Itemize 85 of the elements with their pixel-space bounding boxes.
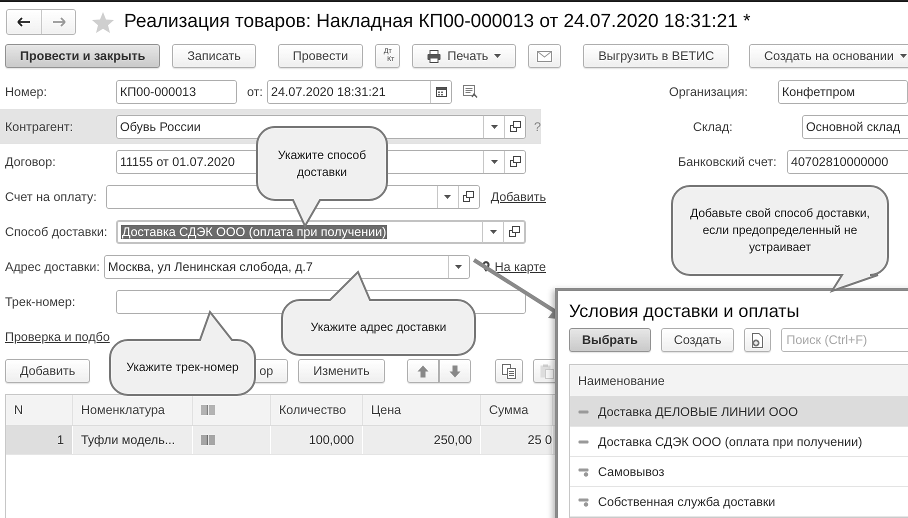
- table-cell: 250,00: [434, 433, 472, 447]
- column-header[interactable]: Цена: [363, 395, 481, 425]
- caret-icon: [490, 124, 498, 128]
- open-window-icon: [508, 226, 520, 237]
- field-label: Контрагент:: [5, 120, 74, 134]
- table-cell: 25 0: [528, 433, 552, 447]
- callout-text: Укажите способ доставки: [276, 146, 368, 180]
- select-button[interactable]: Выбрать: [569, 328, 651, 352]
- table-row[interactable]: 1 Туфли модель... 100,000 250,00 25 0: [6, 426, 556, 455]
- predefined-item-icon: [578, 496, 590, 506]
- predefined-item-icon: [578, 466, 590, 476]
- table-cell: 100,000: [308, 433, 354, 447]
- move-up-button[interactable]: [406, 359, 439, 383]
- printer-icon: [427, 50, 442, 62]
- column-header[interactable]: Количество: [271, 395, 363, 425]
- menu-button[interactable]: Печать: [412, 44, 516, 68]
- column-header[interactable]: Сумма: [481, 395, 553, 425]
- toolbar-button[interactable]: Записать: [172, 44, 256, 68]
- table-cell: 1: [57, 433, 64, 447]
- callout-text: Добавьте свой способ доставки, если предопределенный не устраивает: [689, 205, 871, 256]
- caret-icon: [900, 54, 907, 58]
- copy-button[interactable]: [494, 359, 523, 383]
- field-label: Трек-номер:: [5, 294, 76, 308]
- number-field[interactable]: КП00-000013: [116, 80, 237, 104]
- create-copy-button[interactable]: [744, 328, 772, 352]
- input-field[interactable]: 40702810000000: [787, 150, 908, 174]
- down-arrow-icon: [448, 364, 461, 378]
- input-field[interactable]: Основной склад: [802, 114, 908, 138]
- column-header[interactable]: N: [6, 395, 73, 425]
- field-label: Номер:: [5, 84, 48, 98]
- list-item[interactable]: Собственная служба доставки: [570, 487, 908, 517]
- caret-icon: [444, 194, 452, 198]
- map-pin-icon: [482, 260, 490, 273]
- callout-text: Укажите трек-номер: [126, 359, 239, 376]
- open-window-icon: [510, 121, 520, 132]
- table-toolbar-button[interactable]: Изменить: [298, 359, 385, 383]
- caret-icon: [455, 264, 462, 268]
- field-label: Договор:: [5, 154, 57, 168]
- search-field[interactable]: Поиск (Ctrl+F): [781, 328, 908, 352]
- star-icon[interactable]: [91, 10, 115, 34]
- date-field[interactable]: 24.07.2020 18:31:21: [267, 80, 452, 104]
- envelope-icon: [537, 50, 552, 62]
- move-down-button[interactable]: [438, 359, 471, 383]
- input-field[interactable]: Москва, ул Ленинская слобода, д.7: [104, 254, 470, 278]
- caret-icon: [490, 230, 496, 234]
- copy-icon: [502, 364, 516, 378]
- post-and-close-button[interactable]: Провести и закрыть: [5, 44, 160, 68]
- input-field[interactable]: Доставка СДЭК ООО (оплата при получении): [116, 220, 526, 244]
- barcode-icon: [201, 435, 215, 445]
- field-label: от:: [247, 84, 264, 98]
- table-toolbar-button[interactable]: Добавить: [5, 359, 90, 383]
- organization-field[interactable]: Конфетпром: [778, 80, 908, 104]
- link[interactable]: На карте: [494, 260, 546, 274]
- comment-icon[interactable]: [463, 84, 478, 98]
- callout-text: Укажите адрес доставки: [310, 319, 446, 336]
- dialog-title: Условия доставки и оплаты: [568, 300, 800, 323]
- link[interactable]: Добавить: [490, 190, 546, 204]
- create-button[interactable]: Создать: [660, 328, 734, 352]
- list-item[interactable]: Доставка ДЕЛОВЫЕ ЛИНИИ ООО: [570, 397, 908, 427]
- barcode-icon: [201, 405, 215, 415]
- check-link[interactable]: Проверка и подбо: [5, 330, 110, 344]
- list-item[interactable]: Доставка СДЭК ООО (оплата при получении): [570, 427, 908, 457]
- open-window-icon: [510, 156, 520, 167]
- caret-icon: [490, 160, 498, 164]
- field-label: Банковский счет:: [678, 154, 778, 168]
- caret-icon: [494, 54, 502, 58]
- calendar-icon[interactable]: [436, 86, 446, 97]
- toolbar-button[interactable]: Провести: [278, 44, 364, 68]
- up-arrow-icon: [416, 364, 429, 378]
- table-cell: Туфли модель...: [81, 433, 176, 447]
- field-label: Склад:: [692, 120, 734, 134]
- back-arrow-icon: [17, 17, 31, 27]
- toolbar-button[interactable]: Выгрузить в ВЕТИС: [583, 44, 730, 68]
- field-label: Счет на оплату:: [5, 190, 98, 204]
- document-plus-icon: [751, 332, 764, 348]
- email-button[interactable]: [528, 44, 562, 68]
- field-label: Адрес доставки:: [5, 260, 101, 274]
- field-label: Способ доставки:: [5, 224, 108, 238]
- forward-arrow-icon: [52, 17, 66, 27]
- list-item[interactable]: Самовывоз: [570, 457, 908, 487]
- window-title: Реализация товаров: Накладная КП00-000013 от 24.07.2020 18:31:21 *: [124, 11, 750, 33]
- field-label: Организация:: [669, 84, 749, 98]
- column-header[interactable]: Наименование: [570, 365, 908, 397]
- menu-button[interactable]: Создать на основании: [749, 44, 908, 68]
- open-window-icon: [463, 191, 474, 202]
